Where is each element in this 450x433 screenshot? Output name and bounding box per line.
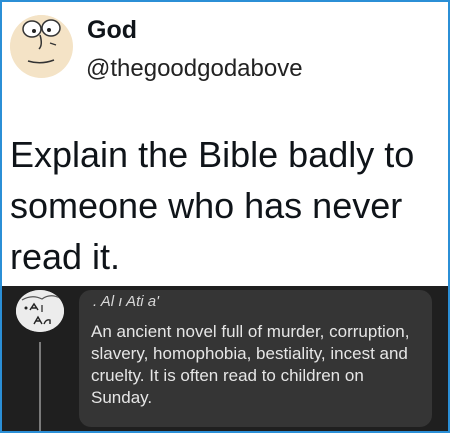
tweet-text: Explain the Bible badly to someone who h… — [10, 134, 415, 277]
user-handle[interactable]: @thegoodgodabove — [86, 55, 303, 83]
scribbled-avatar-icon — [16, 290, 64, 332]
tweet-card: God @thegoodgodabove Explain the Bible b… — [2, 2, 448, 286]
avatar[interactable] — [10, 15, 73, 78]
comment-bubble[interactable]: . Al ı Ati a' An ancient novel full of m… — [79, 290, 432, 427]
reply-author-name[interactable]: . Al ı Ati a' — [93, 293, 159, 310]
reply-text: An ancient novel full of murder, corrupt… — [91, 322, 410, 407]
screenshot-frame: God @thegoodgodabove Explain the Bible b… — [2, 2, 448, 431]
display-name[interactable]: God — [87, 16, 137, 45]
reply-comment: . Al ı Ati a' An ancient novel full of m… — [2, 286, 448, 431]
thread-line — [39, 342, 41, 431]
reply-avatar[interactable] — [16, 290, 64, 332]
cartoon-face-icon — [10, 15, 72, 77]
